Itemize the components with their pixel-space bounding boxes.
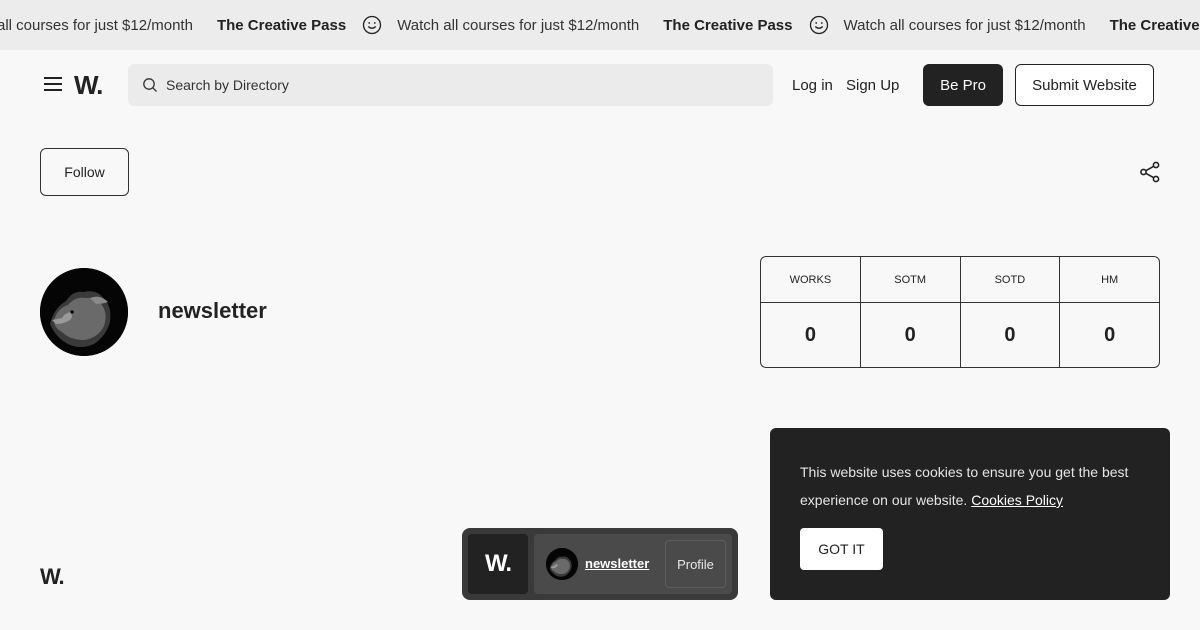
smiley-icon: [809, 15, 829, 35]
promo-banner-track: all courses for just $12/month The Creat…: [0, 0, 1200, 50]
promo-text: Watch all courses for just $12/month: [843, 16, 1086, 34]
stat-label: WORKS: [761, 257, 860, 303]
floating-profile-card: newsletter Profile: [534, 534, 732, 594]
promo-title: The Creative Pass: [663, 16, 793, 34]
smiley-icon: [362, 15, 382, 35]
stat-label: SOTD: [960, 257, 1060, 303]
search-input[interactable]: [166, 77, 726, 93]
stat-value: 0: [904, 323, 916, 346]
site-logo[interactable]: W.: [74, 70, 103, 101]
search-bar[interactable]: [128, 64, 773, 106]
got-it-button[interactable]: GOT IT: [800, 528, 883, 570]
stat-works: WORKS 0: [761, 257, 861, 367]
follow-button[interactable]: Follow: [40, 148, 129, 196]
share-icon[interactable]: [1139, 161, 1161, 183]
cookie-message: This website uses cookies to ensure you …: [800, 458, 1145, 514]
login-link[interactable]: Log in: [792, 77, 833, 94]
stat-hm: HM 0: [1060, 257, 1159, 367]
submit-website-button[interactable]: Submit Website: [1015, 64, 1154, 106]
profile-avatar: [40, 268, 128, 356]
stat-value: 0: [1004, 323, 1016, 346]
search-icon: [142, 77, 158, 93]
promo-title: The Creative Pass: [216, 16, 347, 34]
promo-text: all courses for just $12/month: [0, 16, 193, 34]
stat-sotd: SOTD 0: [960, 257, 1061, 367]
promo-item: all courses for just $12/month The Creat…: [0, 15, 397, 35]
cookies-policy-link[interactable]: Cookies Policy: [971, 492, 1063, 508]
cookie-text: This website uses cookies to ensure you …: [800, 464, 1129, 508]
site-header: W. Log in Sign Up Be Pro Submit Website: [0, 50, 1200, 120]
stat-value: 0: [1104, 323, 1116, 346]
cookie-banner: This website uses cookies to ensure you …: [770, 428, 1170, 600]
hamburger-menu-icon[interactable]: [44, 76, 64, 92]
stat-sotm: SOTM 0: [860, 257, 961, 367]
promo-banner[interactable]: all courses for just $12/month The Creat…: [0, 0, 1200, 50]
footer-logo[interactable]: W.: [40, 564, 65, 590]
floating-profile-bar: W. newsletter Profile: [462, 528, 738, 600]
promo-item: Watch all courses for just $12/month The…: [844, 15, 1200, 35]
floating-avatar[interactable]: [546, 548, 578, 580]
profile-button[interactable]: Profile: [665, 540, 726, 588]
stats-table: WORKS 0 SOTM 0 SOTD 0 HM 0: [760, 256, 1160, 368]
stat-value: 0: [804, 323, 816, 346]
promo-item: Watch all courses for just $12/month The…: [397, 15, 843, 35]
signup-link[interactable]: Sign Up: [846, 77, 899, 94]
be-pro-button[interactable]: Be Pro: [923, 64, 1003, 106]
stat-label: HM: [1060, 257, 1159, 303]
stat-label: SOTM: [860, 257, 960, 303]
promo-text: Watch all courses for just $12/month: [397, 16, 640, 34]
floating-logo[interactable]: W.: [468, 534, 528, 594]
promo-title: The Creative Pass: [1109, 16, 1200, 34]
profile-name: newsletter: [158, 298, 267, 323]
floating-profile-name[interactable]: newsletter: [585, 556, 649, 571]
